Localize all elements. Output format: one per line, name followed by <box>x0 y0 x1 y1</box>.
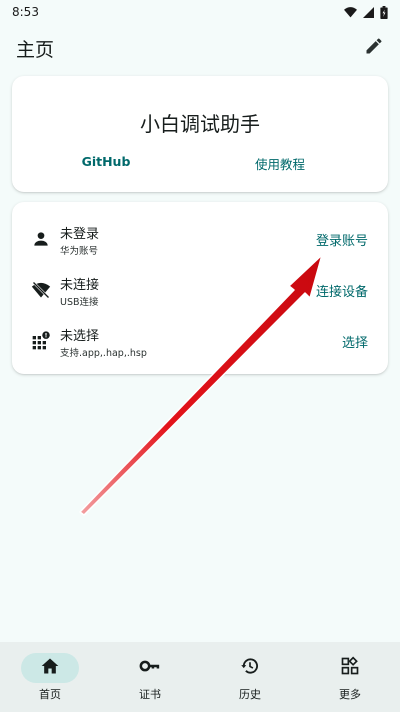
status-time: 8:53 <box>12 5 39 19</box>
nav-label-home: 首页 <box>39 688 61 701</box>
nav-label-history: 历史 <box>239 688 261 701</box>
apps-alert-icon <box>30 330 52 352</box>
app-bar: 主页 <box>0 28 400 68</box>
grid-more-icon <box>340 656 360 680</box>
edit-button[interactable] <box>360 34 388 62</box>
app-name: 小白调试助手 <box>140 112 260 136</box>
pencil-icon <box>364 36 384 60</box>
status-bar: 8:53 <box>0 0 400 24</box>
tutorial-link[interactable]: 使用教程 <box>220 154 340 173</box>
nav-item-certificates[interactable]: 证书 <box>100 642 200 712</box>
package-subtitle: 支持.app,.hap,.hsp <box>60 348 147 359</box>
nav-item-history[interactable]: 历史 <box>200 642 300 712</box>
home-icon <box>40 656 60 680</box>
list-item-connection: 未连接 USB连接 连接设备 <box>12 265 388 315</box>
key-icon <box>139 656 161 680</box>
login-status: 未登录 <box>60 227 100 242</box>
nav-item-home[interactable]: 首页 <box>0 642 100 712</box>
nav-home-pill <box>21 653 79 683</box>
nav-label-certificates: 证书 <box>139 688 161 701</box>
signal-icon <box>363 6 374 18</box>
battery-icon <box>380 5 388 19</box>
nav-item-more[interactable]: 更多 <box>300 642 400 712</box>
page-title: 主页 <box>16 38 55 61</box>
bottom-navigation: 首页 证书 历史 更多 <box>0 642 400 712</box>
login-account-button[interactable]: 登录账号 <box>316 230 368 249</box>
status-icons <box>344 5 388 19</box>
person-icon <box>30 228 52 250</box>
connection-status: 未连接 <box>60 278 100 293</box>
github-link[interactable]: GitHub <box>46 154 166 169</box>
connection-subtitle: USB连接 <box>60 297 99 308</box>
wifi-icon <box>344 6 357 18</box>
app-info-card: 小白调试助手 GitHub 使用教程 <box>12 76 388 192</box>
list-item-login: 未登录 华为账号 登录账号 <box>12 214 388 264</box>
nav-history-pill <box>221 653 279 683</box>
nav-label-more: 更多 <box>339 688 361 701</box>
connect-device-button[interactable]: 连接设备 <box>316 281 368 300</box>
select-package-button[interactable]: 选择 <box>342 332 368 351</box>
history-icon <box>240 656 260 680</box>
list-item-package: 未选择 支持.app,.hap,.hsp 选择 <box>12 316 388 366</box>
status-list-card: 未登录 华为账号 登录账号 未连接 USB连接 连接设备 未选择 支持.app,… <box>12 202 388 374</box>
wifi-off-icon <box>30 279 52 301</box>
nav-more-pill <box>321 653 379 683</box>
login-subtitle: 华为账号 <box>60 246 99 257</box>
nav-certificates-pill <box>121 653 179 683</box>
package-status: 未选择 <box>60 329 100 344</box>
